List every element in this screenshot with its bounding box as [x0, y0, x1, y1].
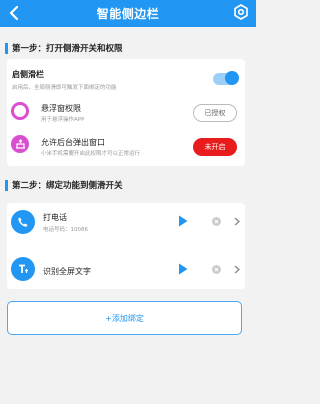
phone-icon [11, 210, 35, 234]
popup-window-icon [15, 139, 25, 149]
toggle-knob [225, 71, 239, 85]
background-popup-subtitle: 小米手机需要开启此权限才可以正常运行 [41, 151, 141, 157]
page-title: 智能侧边栏 [96, 7, 160, 21]
text-glyph-icon [19, 264, 28, 273]
step1-section-label: 第一步：打开侧滑开关和权限 [0, 39, 123, 57]
overlay-permission-subtitle: 用于悬浮操作APP [41, 117, 85, 123]
enable-sidebar-title: 启侧滑栏 [12, 70, 44, 79]
step1-label-text: 第一步：打开侧滑开关和权限 [12, 44, 123, 54]
section-accent-bar [5, 179, 8, 191]
phone-glyph-icon [18, 217, 28, 227]
bindings-card: 打电话 电话号码：10086 识别全屏文字 [7, 203, 245, 289]
background-popup-title: 允许后台弹出窗口 [41, 138, 105, 147]
permissions-card: 启侧滑栏 启用后，全局侧滑即可触发下面绑定的功能 悬浮窗权限 用于悬浮操作APP… [7, 59, 245, 166]
play-icon[interactable] [178, 263, 188, 275]
section-accent-bar [5, 42, 8, 54]
enable-sidebar-subtitle: 启用后，全局侧滑即可触发下面绑定的功能 [12, 85, 117, 91]
add-binding-button[interactable]: +添加绑定 [7, 301, 242, 335]
app-header: 智能侧边栏 [0, 0, 256, 27]
overlay-permission-button[interactable]: 已授权 [193, 104, 237, 122]
delete-icon[interactable] [212, 217, 221, 226]
overlay-permission-icon [11, 102, 29, 120]
play-icon[interactable] [178, 215, 188, 227]
chevron-right-icon[interactable] [234, 265, 240, 274]
step2-section-label: 第二步：绑定功能到侧滑开关 [0, 176, 123, 194]
enable-sidebar-toggle[interactable] [213, 71, 239, 85]
binding-title-call: 打电话 [43, 213, 67, 222]
overlay-permission-title: 悬浮窗权限 [41, 104, 81, 113]
background-popup-icon [11, 135, 29, 153]
background-popup-button[interactable]: 未开启 [193, 138, 237, 156]
binding-subtitle-call: 电话号码：10086 [43, 227, 88, 233]
step2-label-text: 第二步：绑定功能到侧滑开关 [12, 181, 123, 191]
delete-icon[interactable] [212, 265, 221, 274]
settings-icon[interactable] [233, 4, 249, 20]
text-recognition-icon [11, 257, 35, 281]
binding-title-ocr: 识别全屏文字 [43, 267, 91, 276]
chevron-right-icon[interactable] [234, 217, 240, 226]
